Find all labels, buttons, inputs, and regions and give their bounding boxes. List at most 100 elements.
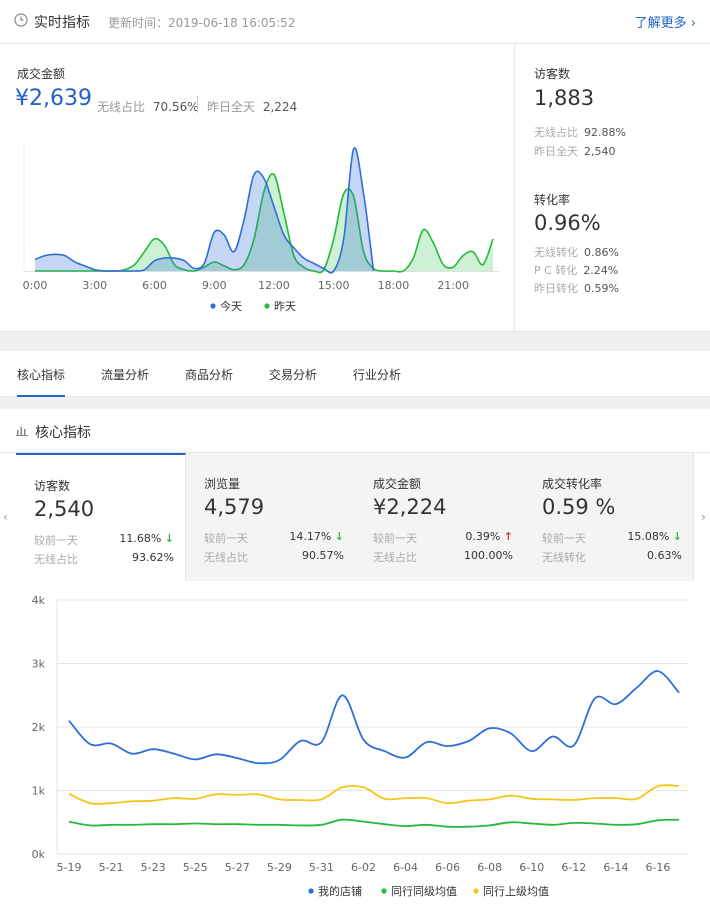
visitors-conversion-panel: 访客数 1,883 无线占比 92.88% 昨日全天 2,540 转化率 0.96%… bbox=[516, 44, 710, 331]
card-pageviews[interactable]: 浏览量 4,579 较前一天 14.17% ↓ 无线占比 90.57% bbox=[186, 453, 356, 581]
learn-more-link[interactable]: 了解更多 › bbox=[635, 12, 696, 31]
x-tick-label: 3:00 bbox=[82, 279, 107, 292]
series-peer-same-line bbox=[68, 818, 680, 828]
conversion-label: 转化率 bbox=[534, 193, 571, 207]
conversion-yesterday-label: 昨日转化 bbox=[534, 282, 578, 295]
x-tick-label: 5-25 bbox=[183, 861, 208, 874]
sub-value: 100.00% bbox=[464, 549, 513, 562]
visitors-wireless-label: 无线占比 bbox=[534, 126, 578, 139]
x-tick-label: 6-16 bbox=[645, 861, 670, 874]
legend-label: 同行同级均值 bbox=[391, 885, 457, 898]
x-tick-label: 5-19 bbox=[57, 861, 82, 874]
visitors-yesterday: 昨日全天 2,540 bbox=[534, 143, 616, 159]
next-arrow-icon[interactable]: › bbox=[701, 510, 706, 524]
legend-label: 昨天 bbox=[274, 300, 296, 313]
section-gap bbox=[0, 331, 710, 351]
card-compare: 较前一天 11.68% ↓ bbox=[34, 532, 174, 548]
series-today-area bbox=[35, 147, 374, 273]
tab-industry[interactable]: 行业分析 bbox=[353, 366, 401, 383]
y-tick-label: 2k bbox=[32, 721, 46, 734]
realtime-sales-chart: 0:00 3:00 6:00 9:00 12:00 15:00 18:00 21:00 今天 昨天 bbox=[23, 140, 500, 313]
card-sub: 无线转化 0.63% bbox=[542, 549, 682, 565]
card-visitors[interactable]: 访客数 2,540 较前一天 11.68% ↓ 无线占比 93.62% bbox=[16, 453, 186, 581]
x-tick-label: 5-23 bbox=[141, 861, 166, 874]
x-tick-label: 6-10 bbox=[519, 861, 544, 874]
x-tick-label: 0:00 bbox=[23, 279, 48, 292]
x-tick-label: 5-21 bbox=[99, 861, 124, 874]
card-compare: 较前一天 0.39% ↑ bbox=[373, 530, 513, 546]
section-gap bbox=[0, 397, 710, 409]
card-sub: 无线占比 90.57% bbox=[204, 549, 344, 565]
clock-icon bbox=[14, 13, 28, 27]
compare-label: 较前一天 bbox=[373, 532, 417, 545]
card-label: 成交金额 bbox=[373, 477, 422, 491]
series-today-line bbox=[34, 147, 375, 274]
card-label: 浏览量 bbox=[204, 477, 241, 491]
legend-label: 同行上级均值 bbox=[483, 885, 549, 898]
x-tick-label: 6-14 bbox=[603, 861, 628, 874]
arrow-down-icon: ↓ bbox=[334, 530, 344, 543]
x-tick-label: 15:00 bbox=[318, 279, 350, 292]
visitors-wireless-value: 92.88% bbox=[584, 126, 626, 139]
sub-label: 无线转化 bbox=[542, 551, 586, 564]
card-value: ¥2,224 bbox=[373, 495, 447, 519]
visitors-wireless: 无线占比 92.88% bbox=[534, 124, 626, 140]
realtime-title: 实时指标 bbox=[34, 15, 90, 31]
sub-value: 0.63% bbox=[647, 549, 682, 562]
x-tick-label: 9:00 bbox=[202, 279, 227, 292]
card-conversion[interactable]: 成交转化率 0.59 % 较前一天 15.08% ↓ 无线转化 0.63% bbox=[524, 453, 694, 581]
conversion-yesterday-value: 0.59% bbox=[584, 282, 619, 295]
conversion-wireless: 无线转化 0.86% bbox=[534, 244, 619, 260]
tab-core[interactable]: 核心指标 bbox=[17, 366, 66, 397]
tab-traffic[interactable]: 流量分析 bbox=[101, 366, 149, 383]
legend-dot bbox=[264, 303, 270, 309]
x-tick-label: 6-06 bbox=[435, 861, 460, 874]
sub-value: 90.57% bbox=[302, 549, 344, 562]
conversion-wireless-value: 0.86% bbox=[584, 246, 619, 259]
sales-panel: 成交金额 ¥2,639 无线占比 70.56% 昨日全天 2,224 0:00 3… bbox=[0, 44, 515, 331]
x-tick-label: 12:00 bbox=[258, 279, 290, 292]
x-tick-label: 6-02 bbox=[351, 861, 376, 874]
arrow-down-icon: ↓ bbox=[164, 532, 174, 545]
series-peer-higher-line bbox=[68, 784, 680, 805]
analysis-tabs: 核心指标 流量分析 商品分析 交易分析 行业分析 bbox=[0, 351, 710, 397]
card-compare: 较前一天 14.17% ↓ bbox=[204, 530, 344, 546]
x-tick-label: 6-08 bbox=[477, 861, 502, 874]
card-value: 4,579 bbox=[204, 495, 265, 519]
arrow-up-icon: ↑ bbox=[503, 530, 513, 543]
y-tick-label: 1k bbox=[32, 785, 46, 798]
card-value: 0.59 % bbox=[542, 495, 616, 519]
x-tick-label: 6:00 bbox=[142, 279, 167, 292]
arrow-down-icon: ↓ bbox=[672, 530, 682, 543]
card-sub: 无线占比 93.62% bbox=[34, 551, 174, 567]
legend-dot bbox=[210, 303, 216, 309]
card-sub: 无线占比 100.00% bbox=[373, 549, 513, 565]
conversion-wireless-label: 无线转化 bbox=[534, 246, 578, 259]
x-tick-label: 5-31 bbox=[309, 861, 334, 874]
compare-value: 15.08% ↓ bbox=[627, 530, 682, 543]
x-tick-label: 6-12 bbox=[561, 861, 586, 874]
sub-label: 无线占比 bbox=[34, 553, 78, 566]
compare-label: 较前一天 bbox=[34, 534, 78, 547]
legend-dot bbox=[473, 888, 479, 894]
sub-label: 无线占比 bbox=[204, 551, 248, 564]
update-time: 更新时间：2019-06-18 16:05:52 bbox=[108, 16, 296, 30]
x-tick-label: 5-27 bbox=[225, 861, 250, 874]
conversion-value: 0.96% bbox=[534, 211, 601, 235]
y-tick-label: 3k bbox=[32, 658, 46, 671]
compare-value: 0.39% ↑ bbox=[465, 530, 513, 543]
visitors-label: 访客数 bbox=[534, 67, 571, 81]
tab-products[interactable]: 商品分析 bbox=[185, 366, 233, 383]
conversion-pc: P C 转化 2.24% bbox=[534, 262, 618, 278]
card-sales[interactable]: 成交金额 ¥2,224 较前一天 0.39% ↑ 无线占比 100.00% bbox=[355, 453, 525, 581]
legend-dot bbox=[381, 888, 387, 894]
compare-label: 较前一天 bbox=[542, 532, 586, 545]
bar-chart-icon bbox=[16, 427, 28, 436]
prev-arrow-icon[interactable]: ‹ bbox=[3, 510, 8, 524]
visitors-yesterday-value: 2,540 bbox=[584, 145, 616, 158]
legend-label: 我的店铺 bbox=[318, 884, 362, 898]
x-tick-label: 5-29 bbox=[267, 861, 292, 874]
legend-label: 今天 bbox=[220, 299, 242, 313]
x-tick-label: 21:00 bbox=[437, 279, 469, 292]
tab-transactions[interactable]: 交易分析 bbox=[269, 366, 317, 383]
